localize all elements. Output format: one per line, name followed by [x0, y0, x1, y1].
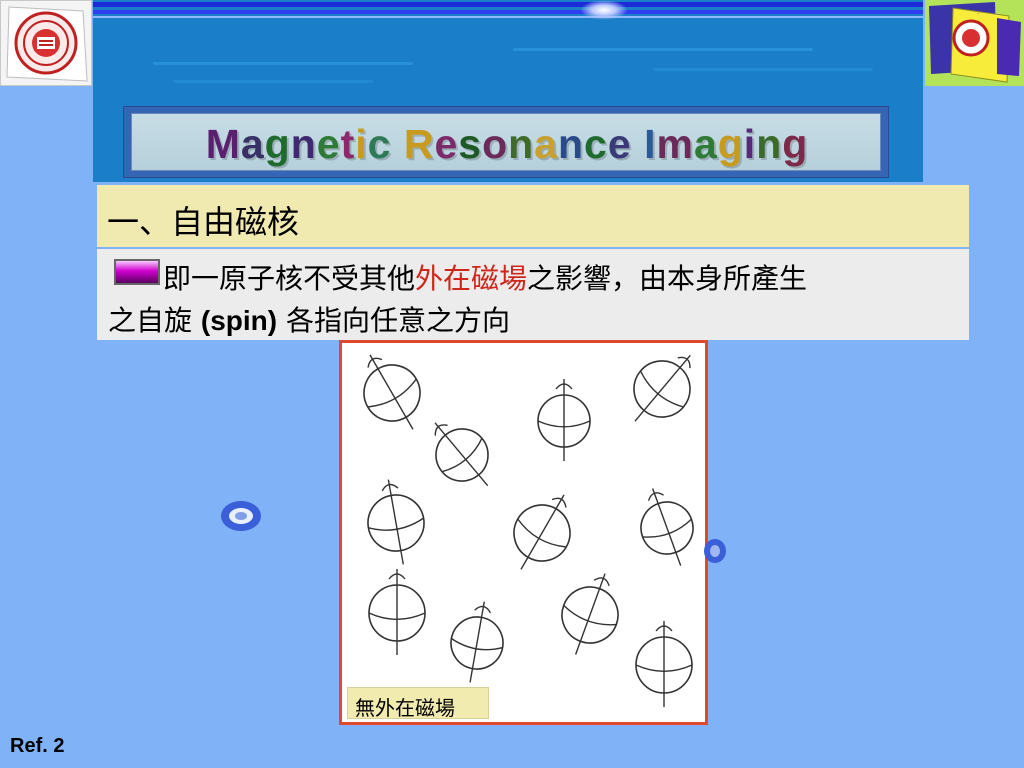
title-letter: s	[458, 121, 483, 167]
spin-sketch	[561, 573, 619, 655]
title-banner: Magnetic Resonance Imaging	[123, 106, 889, 178]
glow-icon	[580, 0, 628, 20]
title-letter: M	[205, 121, 241, 167]
title-letter: m	[656, 121, 694, 167]
spin-sketch	[537, 379, 591, 461]
title-letter: a	[693, 121, 718, 167]
body-text: 之自旋	[108, 304, 201, 337]
title-letter: g	[717, 121, 744, 167]
spin-sketch	[633, 354, 691, 422]
spin-sketch	[640, 488, 694, 566]
title-letter: e	[316, 121, 341, 167]
spin-sketch	[434, 422, 489, 487]
spin-drawing	[363, 354, 694, 707]
spin-sketch	[363, 354, 421, 430]
magenta-bar-bullet-icon	[114, 259, 160, 285]
title-letter: o	[482, 121, 509, 167]
title-letter: a	[534, 121, 558, 167]
highlight-text: 外在磁場	[415, 262, 528, 295]
body-text-box: 即一原子核不受其他外在磁場之影響，由本身所產生 之自旋 (spin) 各指向任意…	[97, 249, 969, 340]
body-text: 之影響，由本身所產生	[527, 262, 808, 295]
college-emblem-icon: ·	[925, 0, 1024, 86]
blue-blob-icon	[703, 536, 731, 566]
university-seal-icon	[0, 0, 92, 86]
figure-caption: 無外在磁場	[347, 687, 489, 720]
title-letter: e	[434, 121, 459, 167]
title-letter: g	[264, 121, 291, 167]
title-letter: n	[557, 121, 585, 167]
title-letter: c	[367, 121, 392, 167]
reference-label: Ref. 2	[10, 735, 65, 757]
spin-term: (spin)	[200, 305, 278, 336]
blue-blob-icon	[219, 498, 265, 534]
title-letter: c	[584, 121, 608, 167]
title-letter	[391, 121, 403, 167]
svg-text:·: ·	[977, 10, 979, 18]
title-letter: i	[355, 121, 368, 167]
spin-figure: 無外在磁場	[339, 340, 708, 725]
body-line-2: 之自旋 (spin) 各指向任意之方向	[108, 299, 510, 339]
spin-sketch	[368, 569, 426, 655]
title-letter: n	[508, 121, 535, 167]
title-letter: a	[240, 121, 265, 167]
title-letter: t	[340, 121, 356, 167]
spin-sketch	[513, 494, 571, 570]
spin-sketch	[450, 601, 504, 683]
spin-sketch	[367, 479, 425, 565]
title-letter: n	[756, 121, 783, 167]
title-letter	[632, 121, 644, 167]
title-letter: R	[403, 121, 435, 167]
title-letter: n	[290, 121, 317, 167]
title-letter: e	[607, 121, 632, 167]
body-line-1: 即一原子核不受其他外在磁場之影響，由本身所產生	[163, 257, 807, 297]
slide-title: Magnetic Resonance Imaging	[142, 121, 872, 168]
body-text: 即一原子核不受其他	[163, 262, 416, 295]
body-text: 各指向任意之方向	[277, 304, 511, 337]
title-letter: i	[743, 121, 757, 167]
title-letter: g	[782, 121, 809, 167]
section-title: 一、自由磁核	[107, 203, 300, 241]
section-header: 一、自由磁核	[97, 185, 969, 247]
title-letter: I	[644, 121, 657, 167]
figure-caption-text: 無外在磁場	[355, 696, 455, 720]
spin-sketch	[635, 621, 693, 707]
